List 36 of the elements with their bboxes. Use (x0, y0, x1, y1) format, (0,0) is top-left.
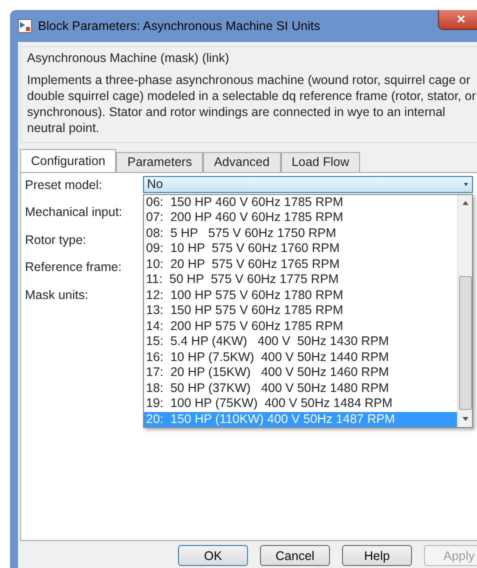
tab[interactable]: Parameters (116, 152, 203, 172)
dropdown-option[interactable]: 18: 50 HP (37KW) 400 V 50Hz 1480 RPM (144, 380, 457, 396)
tab[interactable]: Advanced (202, 152, 281, 172)
dropdown-option[interactable]: 16: 10 HP (7.5KW) 400 V 50Hz 1440 RPM (144, 350, 457, 366)
tab[interactable]: Load Flow (280, 152, 360, 172)
dropdown-option[interactable]: 09: 10 HP 575 V 60Hz 1760 RPM (144, 241, 457, 257)
app-icon (18, 19, 32, 33)
dropdown-option[interactable]: 06: 150 HP 460 V 60Hz 1785 RPM (144, 194, 457, 210)
dropdown-option[interactable]: 08: 5 HP 575 V 60Hz 1750 RPM (144, 226, 457, 242)
field-label: Preset model: (25, 178, 102, 192)
dropdown-option[interactable]: 13: 150 HP 575 V 60Hz 1785 RPM (144, 303, 457, 319)
window-title: Block Parameters: Asynchronous Machine SI Units (38, 18, 320, 35)
scroll-thumb[interactable] (458, 276, 472, 410)
scroll-up-icon[interactable] (460, 200, 470, 206)
dropdown-option[interactable]: 15: 5.4 HP (4KW) 400 V 50Hz 1430 RPM (144, 334, 457, 350)
dropdown-option[interactable]: 07: 200 HP 460 V 60Hz 1785 RPM (144, 210, 457, 226)
preset-dropdown[interactable]: No (143, 176, 473, 193)
group-title: Asynchronous Machine (mask) (link) (27, 50, 230, 67)
scrollbar[interactable] (457, 194, 472, 428)
description-text: Implements a three-phase asynchronous machine (wound rotor, squirrel cage or double squirrel cage) modeled in a selectable dq reference frame (rotor, stator, or synchronous). Stator and rotor windings are connected in wye to an internal neutral point. (27, 72, 477, 136)
close-button[interactable]: × (438, 10, 477, 30)
dialog-button[interactable]: OK (178, 545, 248, 566)
scroll-down-icon[interactable] (460, 416, 470, 422)
field-label: Mask units: (25, 288, 88, 302)
dialog-button[interactable]: Help (342, 545, 412, 566)
dropdown-option[interactable]: 10: 20 HP 575 V 60Hz 1765 RPM (144, 256, 457, 272)
field-label: Rotor type: (25, 232, 86, 247)
dropdown-option[interactable]: 14: 200 HP 575 V 60Hz 1785 RPM (144, 318, 457, 334)
field-label: Reference frame: (25, 260, 122, 274)
dropdown-option[interactable]: 19: 100 HP (75KW) 400 V 50Hz 1484 RPM (144, 396, 457, 412)
field-label: Mechanical input: (25, 205, 122, 220)
dropdown-option[interactable]: 17: 20 HP (15KW) 400 V 50Hz 1460 RPM (144, 365, 457, 381)
dropdown-option[interactable]: 11: 50 HP 575 V 60Hz 1775 RPM (144, 272, 457, 288)
dropdown-option[interactable]: 12: 100 HP 575 V 60Hz 1780 RPM (144, 288, 457, 304)
tab[interactable]: Configuration (20, 148, 116, 172)
dialog-button[interactable]: Cancel (260, 545, 330, 566)
